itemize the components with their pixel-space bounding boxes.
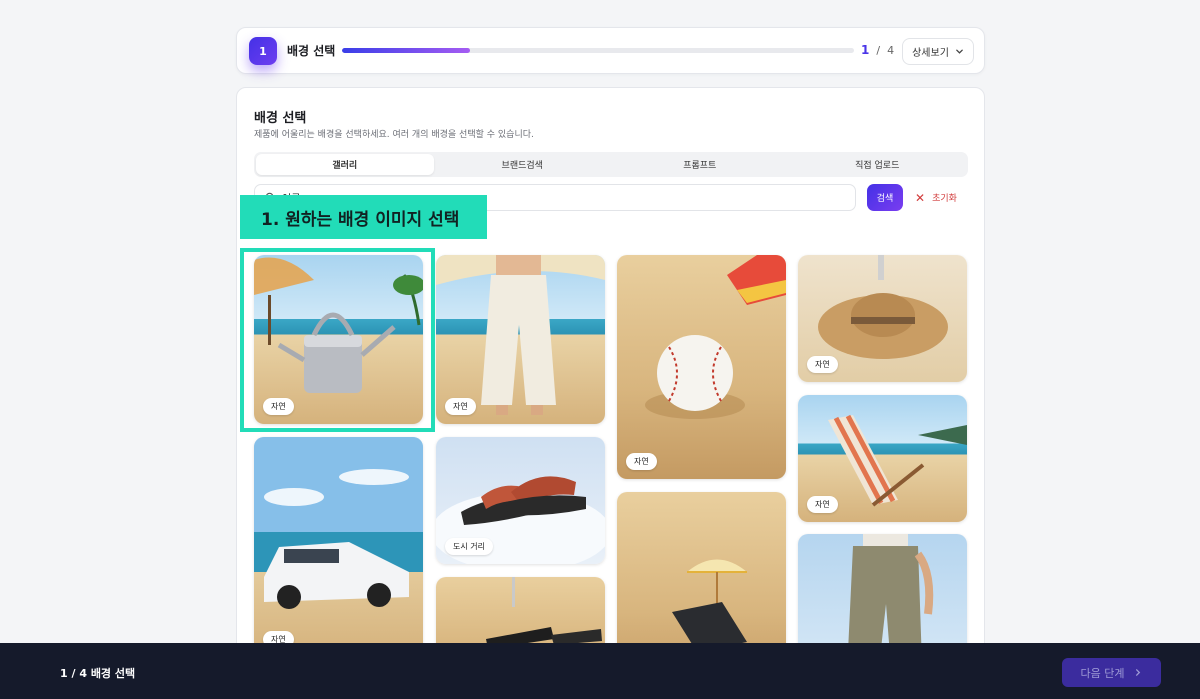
tab-upload[interactable]: 직접 업로드 — [789, 154, 967, 175]
gallery-tile-straw-hat[interactable]: 자연 — [798, 255, 967, 382]
step-current: 1 — [861, 43, 870, 57]
gallery-tile-baseball[interactable]: 자연 — [617, 255, 786, 479]
progress-fill — [342, 48, 470, 53]
search-button[interactable]: 검색 — [867, 184, 903, 211]
tile-tag: 자연 — [263, 398, 294, 415]
section-description: 제품에 어울리는 배경을 선택하세요. 여러 개의 배경을 선택할 수 있습니다… — [254, 130, 534, 140]
car-image — [254, 437, 423, 609]
chevron-right-icon — [1136, 669, 1141, 676]
tab-prompt[interactable]: 프롬프트 — [611, 154, 789, 175]
reset-button[interactable]: ✕ 초기화 — [915, 184, 957, 211]
source-tabs: 갤러리 브랜드검색 프롬프트 직접 업로드 — [254, 152, 968, 177]
gallery-tile-white-pants[interactable]: 자연 — [436, 255, 605, 424]
detail-view-label: 상세보기 — [912, 48, 949, 59]
section-title: 배경 선택 — [254, 111, 307, 126]
tile-tag: 자연 — [445, 398, 476, 415]
reset-label: 초기화 — [932, 194, 957, 204]
background-selection-panel: 배경 선택 제품에 어울리는 배경을 선택하세요. 여러 개의 배경을 선택할 … — [236, 87, 985, 687]
step-total: 4 — [887, 44, 895, 57]
tab-brand-search[interactable]: 브랜드검색 — [434, 154, 612, 175]
step-counter: 1 / 4 — [861, 43, 894, 57]
tile-tag: 자연 — [626, 453, 657, 470]
gallery-tile-beach-chair[interactable]: 자연 — [798, 395, 967, 522]
gallery-tile-watering-can[interactable]: 자연 — [254, 255, 423, 424]
tile-tag: 도시 거리 — [445, 538, 493, 555]
baseball-image — [645, 255, 786, 419]
step-title: 배경 선택 — [287, 44, 336, 58]
step-header: 1 배경 선택 1 / 4 상세보기 — [236, 27, 985, 74]
step-separator: / — [876, 44, 881, 57]
tile-tag: 자연 — [807, 356, 838, 373]
tab-gallery[interactable]: 갤러리 — [256, 154, 434, 175]
next-step-button[interactable]: 다음 단계 — [1062, 658, 1161, 687]
footer-status: 1 / 4 배경 선택 — [60, 667, 136, 680]
close-icon: ✕ — [915, 190, 926, 205]
detail-view-button[interactable]: 상세보기 — [902, 38, 974, 65]
gallery-tile-car[interactable]: 자연 — [254, 437, 423, 657]
gallery-tile-sandals[interactable]: 도시 거리 — [436, 437, 605, 564]
step-number-badge: 1 — [249, 37, 277, 65]
tile-tag: 자연 — [807, 496, 838, 513]
instruction-callout: 1. 원하는 배경 이미지 선택 — [240, 195, 487, 239]
next-step-label: 다음 단계 — [1080, 666, 1125, 680]
chevron-down-icon — [956, 49, 963, 54]
progress-bar — [342, 48, 854, 53]
footer-bar: 1 / 4 배경 선택 다음 단계 — [0, 643, 1200, 699]
